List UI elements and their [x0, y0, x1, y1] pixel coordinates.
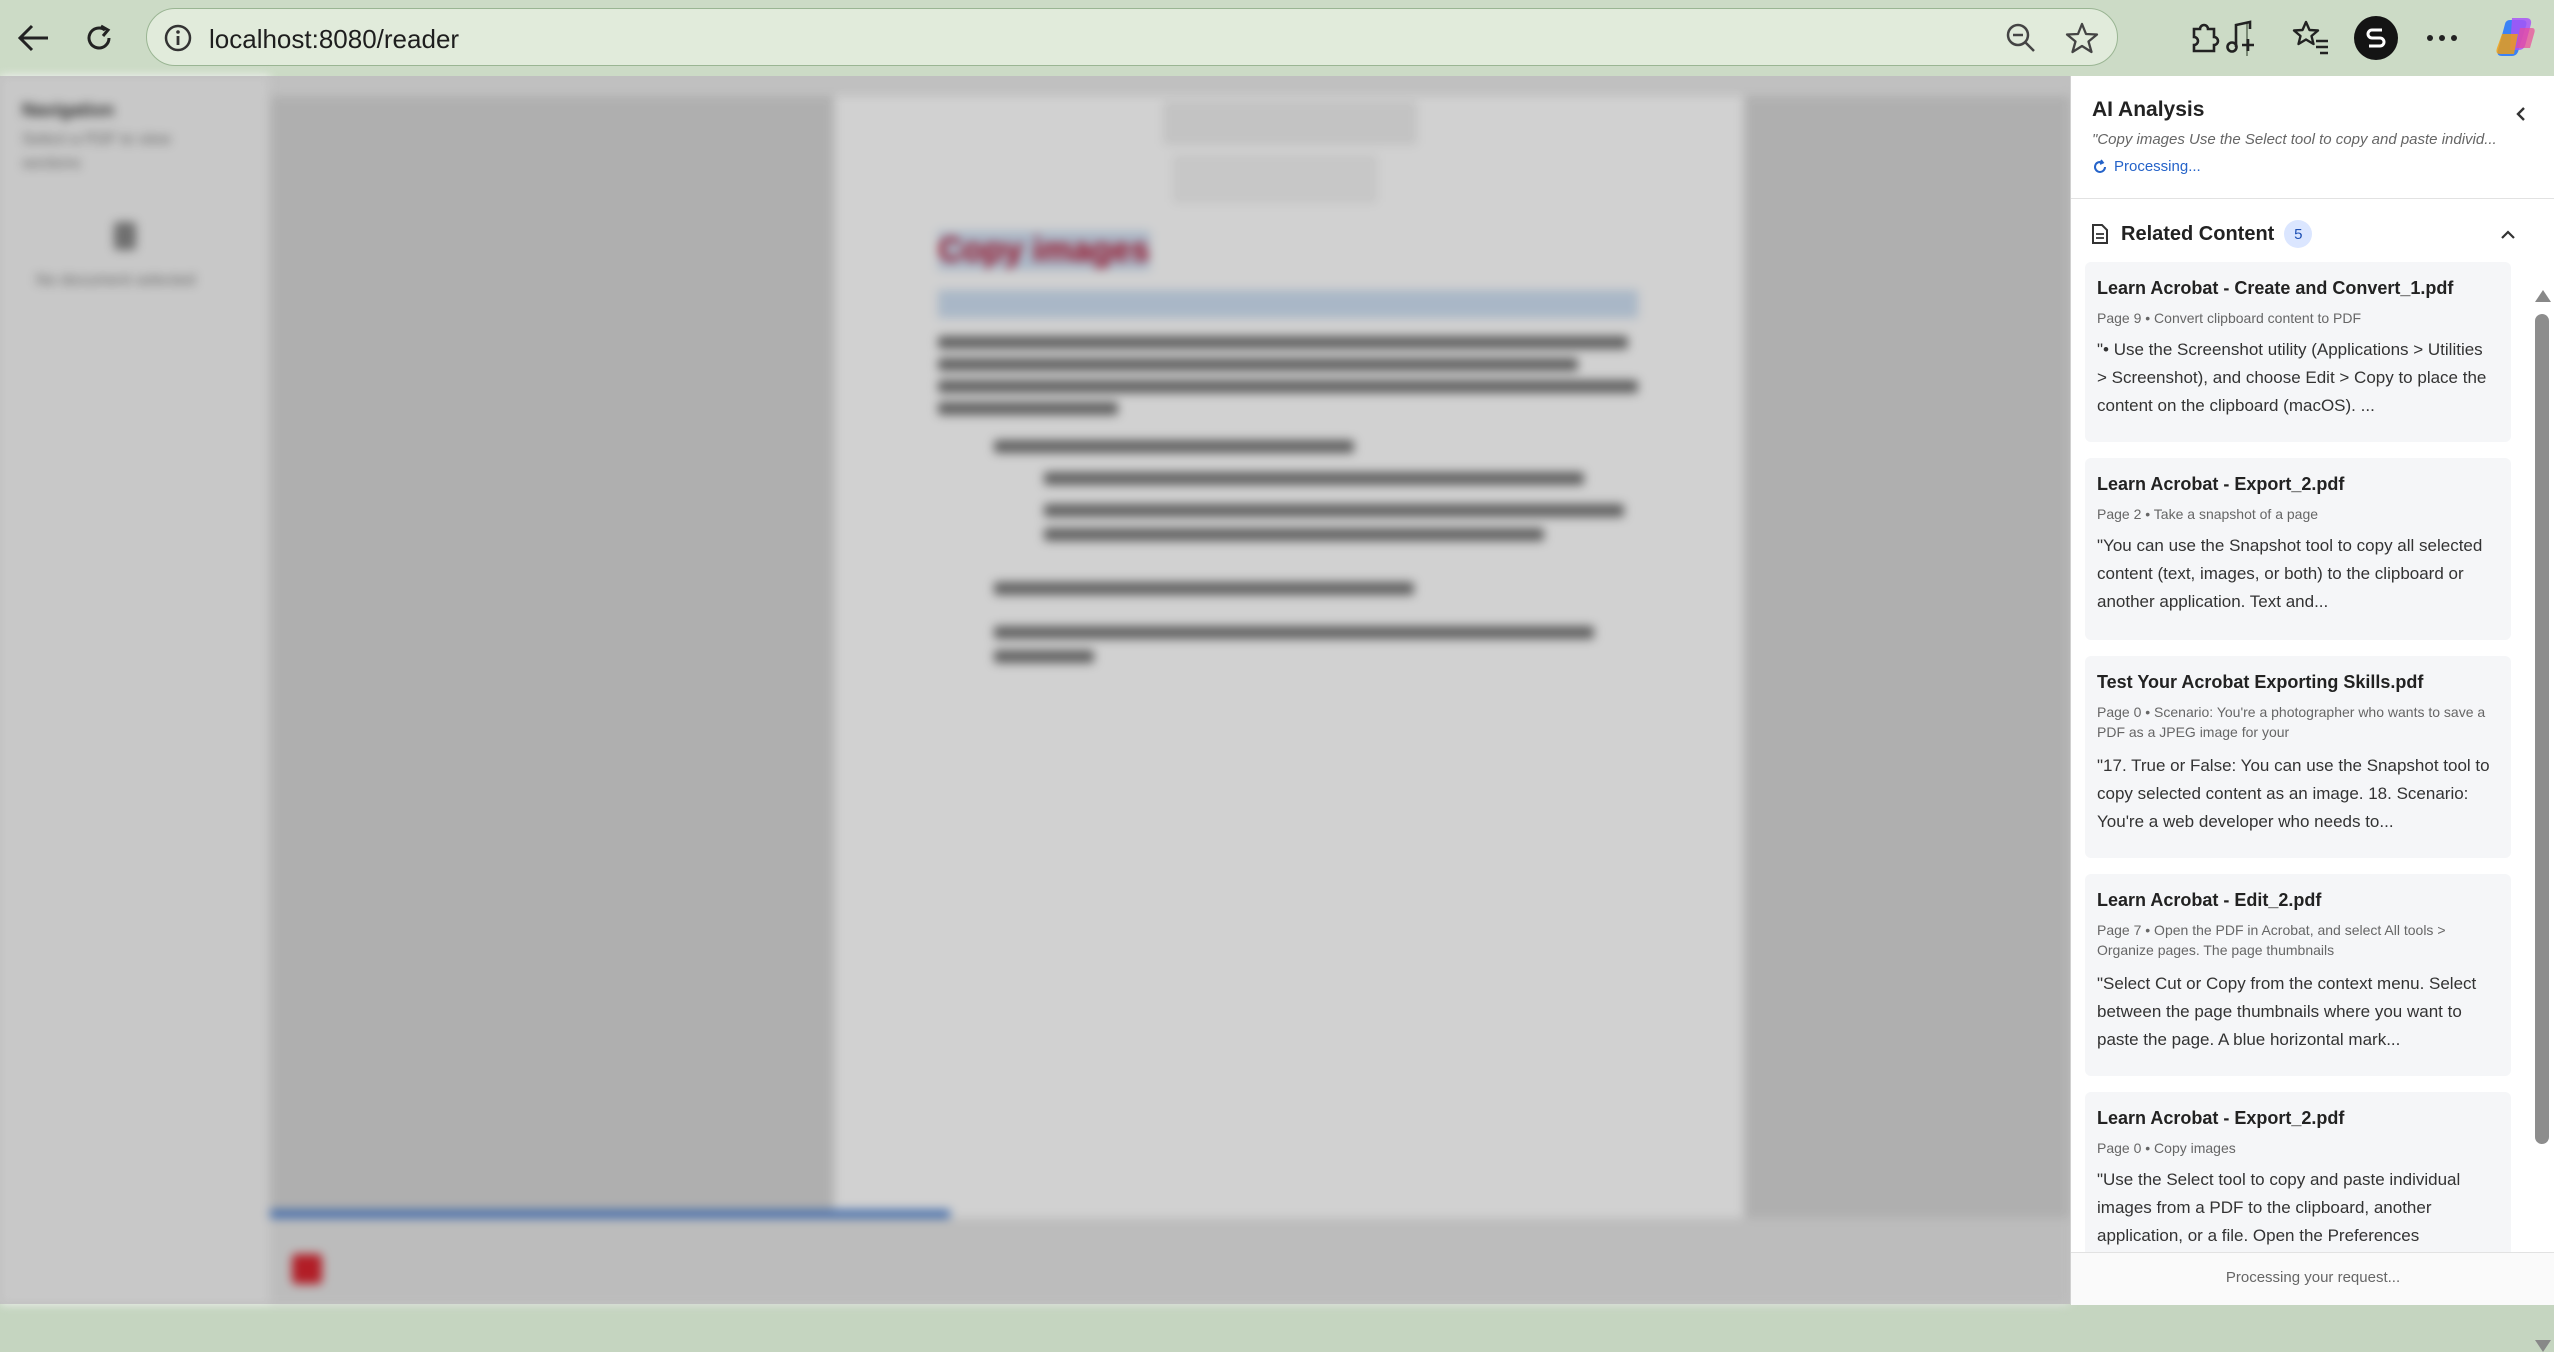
favorite-star-icon[interactable]: [2065, 21, 2099, 55]
document-icon: [2092, 224, 2108, 244]
related-count-badge: 5: [2284, 220, 2313, 248]
related-content-list: Learn Acrobat - Create and Convert_1.pdf…: [2071, 262, 2529, 1252]
spinner-icon: [2094, 158, 2106, 173]
footer-status-text: Processing your request...: [2225, 1269, 2401, 1286]
copilot-icon[interactable]: [2492, 14, 2538, 60]
related-card[interactable]: Learn Acrobat - Create and Convert_1.pdf…: [2085, 262, 2511, 442]
card-snippet: "17. True or False: You can use the Snap…: [2097, 756, 2490, 831]
url-text: localhost:8080/reader: [209, 24, 460, 54]
card-snippet: "Select Cut or Copy from the context men…: [2097, 974, 2477, 1049]
query-preview: "Copy images Use the Select tool to copy…: [2092, 131, 2497, 148]
panel-title: AI Analysis: [2092, 98, 2205, 121]
zoom-out-icon[interactable]: [2005, 22, 2037, 54]
app-viewport: Navigation Select a PDF to view sections…: [0, 76, 2554, 1352]
favorites-collection-icon[interactable]: [2290, 17, 2330, 57]
processing-text: Processing...: [2114, 158, 2201, 175]
card-snippet: "• Use the Screenshot utility (Applicati…: [2097, 340, 2487, 415]
back-button[interactable]: [10, 15, 56, 61]
chevron-left-icon: [2516, 107, 2525, 121]
panel-scrollbar[interactable]: [2529, 202, 2553, 1352]
card-title: Learn Acrobat - Export_2.pdf: [2097, 474, 2345, 494]
card-meta: Page 0 • Scenario: You're a photographer…: [2097, 704, 2486, 740]
card-meta: Page 9 • Convert clipboard content to PD…: [2097, 310, 2362, 326]
card-snippet: "You can use the Snapshot tool to copy a…: [2097, 536, 2483, 611]
panel-footer: Processing your request...: [2071, 1252, 2554, 1305]
card-meta: Page 7 • Open the PDF in Acrobat, and se…: [2097, 922, 2446, 958]
profile-logo-icon: [2366, 28, 2386, 48]
card-meta: Page 0 • Copy images: [2097, 1140, 2236, 1156]
chevron-up-icon[interactable]: [2499, 226, 2517, 244]
related-card[interactable]: Learn Acrobat - Export_2.pdf Page 0 • Co…: [2085, 1092, 2511, 1252]
site-info-icon[interactable]: [163, 23, 193, 53]
card-snippet: "Use the Select tool to copy and paste i…: [2097, 1170, 2461, 1245]
media-icon[interactable]: [2222, 17, 2262, 57]
browser-toolbar: localhost:8080/reader: [0, 0, 2554, 76]
scrollbar-thumb[interactable]: [2535, 314, 2549, 1144]
related-card[interactable]: Learn Acrobat - Edit_2.pdf Page 7 • Open…: [2085, 874, 2511, 1076]
related-content-label: Related Content: [2121, 222, 2275, 245]
scroll-down-arrow-icon[interactable]: [2535, 1340, 2551, 1352]
dim-overlay: [0, 76, 2070, 1304]
related-card[interactable]: Test Your Acrobat Exporting Skills.pdf P…: [2085, 656, 2511, 858]
processing-status: Processing...: [2092, 158, 2201, 175]
card-title: Test Your Acrobat Exporting Skills.pdf: [2097, 672, 2424, 692]
panel-collapse-button[interactable]: [2507, 100, 2535, 128]
back-arrow-icon: [17, 24, 48, 52]
ai-analysis-panel: AI Analysis "Copy images Use the Select …: [2070, 76, 2554, 1352]
profile-avatar[interactable]: [2354, 16, 2398, 60]
related-card[interactable]: Learn Acrobat - Export_2.pdf Page 2 • Ta…: [2085, 458, 2511, 640]
card-title: Learn Acrobat - Create and Convert_1.pdf: [2097, 278, 2454, 298]
card-title: Learn Acrobat - Edit_2.pdf: [2097, 890, 2322, 910]
more-menu-icon[interactable]: [2422, 22, 2462, 54]
extensions-icon[interactable]: [2184, 17, 2224, 57]
related-content-header[interactable]: Related Content 5: [2091, 216, 2515, 252]
address-bar[interactable]: localhost:8080/reader: [146, 8, 2118, 66]
panel-divider: [2071, 198, 2554, 199]
scroll-up-arrow-icon[interactable]: [2535, 290, 2551, 302]
reload-icon: [87, 24, 111, 50]
card-meta: Page 2 • Take a snapshot of a page: [2097, 506, 2319, 522]
card-title: Learn Acrobat - Export_2.pdf: [2097, 1108, 2345, 1128]
reload-button[interactable]: [76, 15, 122, 61]
